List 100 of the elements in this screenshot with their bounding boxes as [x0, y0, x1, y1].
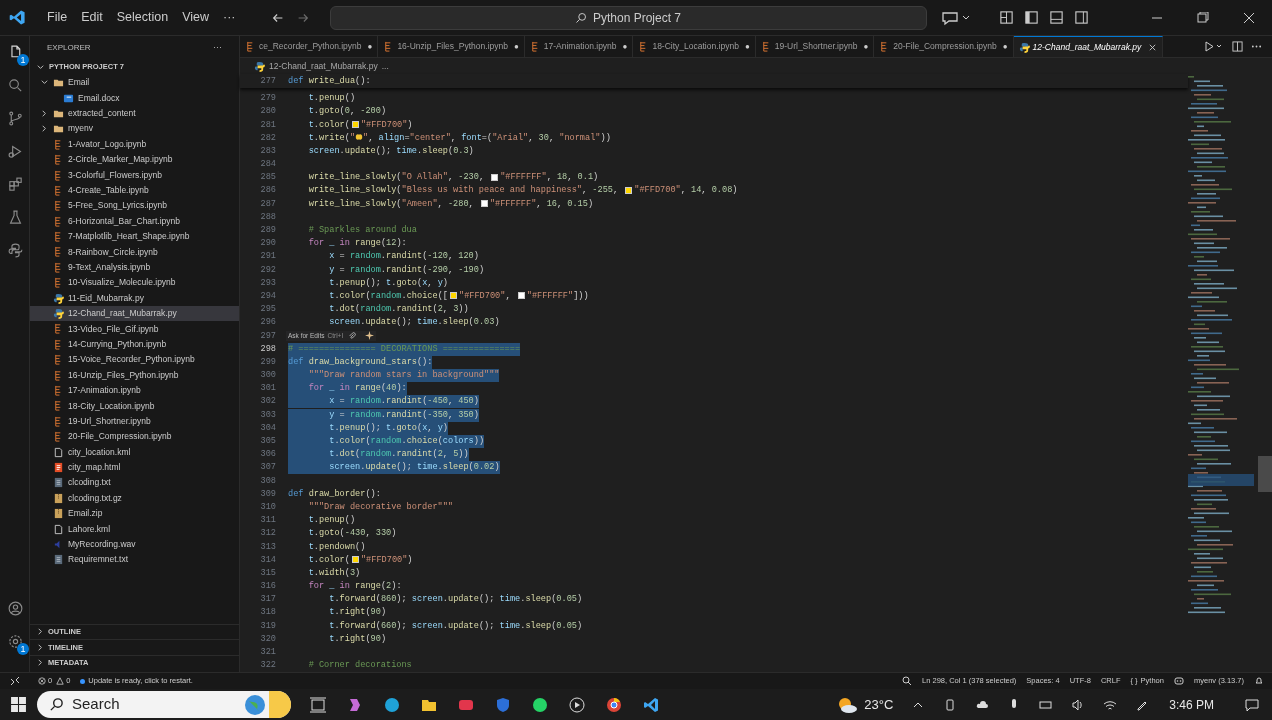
- line-number: 305: [259, 435, 276, 448]
- line-number: 318: [259, 606, 276, 620]
- code-line: t.penup(); t.goto(x, y): [328, 276, 449, 290]
- menu-item[interactable]: File: [40, 8, 75, 27]
- line-number: 319: [259, 619, 276, 633]
- line-number: 277: [259, 74, 276, 88]
- file-tree-item[interactable]: 10-Visualize_Molecule.ipynb: [30, 275, 239, 291]
- code-line: t.color( "#FFD700"): [307, 553, 413, 567]
- file-tree-item[interactable]: 17-Animation.ipynb: [30, 382, 239, 399]
- file-tree-item[interactable]: 3-Colorful_Flowers.ipynb: [30, 167, 239, 183]
- file-tree-item[interactable]: 2-Circle_Marker_Map.ipynb: [30, 151, 239, 168]
- editor-tab[interactable]: 16-Unzip_Files_Python.ipynb ●: [378, 36, 525, 57]
- code-line: x = random.randint(-120, 120): [328, 250, 479, 264]
- menu-item[interactable]: ···: [216, 8, 243, 27]
- file-tree-item[interactable]: 9-Text_Analysis.ipynb: [30, 259, 239, 276]
- file-tree-item[interactable]: Email: [30, 75, 239, 91]
- code-line: screen.update(); time.sleep(0.3): [307, 144, 474, 158]
- line-number: 321: [259, 646, 276, 659]
- line-number: 280: [259, 105, 276, 119]
- menu-item[interactable]: Selection: [109, 8, 176, 27]
- line-number: 315: [259, 566, 276, 580]
- code-line: t.color( "#FFD700"): [307, 118, 413, 132]
- file-tree-item[interactable]: 5-Free_Song_Lyrics.ipynb: [30, 198, 239, 214]
- weather-temperature[interactable]: 23°C: [864, 694, 894, 715]
- line-number: 322: [259, 659, 276, 673]
- sidebar-title: EXPLORER: [47, 42, 91, 54]
- file-tree-item[interactable]: 20-File_Compression.ipynb: [30, 429, 239, 445]
- line-number: 283: [259, 144, 276, 158]
- file-tree-item[interactable]: 8-Rainbow_Circle.ipynb: [30, 244, 239, 260]
- editor-tab[interactable]: 18-City_Location.ipynb ●: [633, 36, 756, 57]
- line-number: 320: [259, 632, 276, 646]
- unsaved-dot: ●: [513, 40, 519, 53]
- code-line: write_line_slowly("Ameen", -280, "#FFFFFF", 16, 0.15): [307, 197, 594, 211]
- editor-tab[interactable]: 12-Chand_raat_Mubarrak.py: [1013, 36, 1164, 57]
- file-tree-item[interactable]: 4-Create_Table.ipynb: [30, 182, 239, 199]
- taskbar-search[interactable]: Search: [37, 691, 291, 718]
- menu-item[interactable]: View: [175, 8, 216, 27]
- file-tree-item[interactable]: myenv: [30, 121, 239, 137]
- line-number: 292: [259, 263, 276, 277]
- line-number: 316: [259, 580, 276, 593]
- file-tree-item[interactable]: city_location.kml: [30, 444, 239, 460]
- more-actions-button[interactable]: ···: [213, 41, 222, 55]
- file-tree-item[interactable]: extracted_content: [30, 105, 239, 122]
- unsaved-dot: ●: [863, 40, 869, 53]
- line-number: 313: [259, 540, 276, 554]
- line-number: 299: [259, 355, 276, 369]
- code-line: """Draw decorative border""": [307, 500, 454, 514]
- line-number: 317: [259, 593, 276, 607]
- file-tree-item[interactable]: Requiremnet.txt: [30, 552, 239, 568]
- file-tree-item[interactable]: 14-Currying_Python.ipynb: [30, 336, 239, 353]
- file-tree-item[interactable]: Lahore.kml: [30, 521, 239, 537]
- line-number: 298: [259, 342, 276, 356]
- file-tree-item[interactable]: 15-Voice_Recorder_Python.ipynb: [30, 352, 239, 368]
- file-tree-item[interactable]: 16-Unzip_Files_Python.ipynb: [30, 367, 239, 383]
- command-center-search[interactable]: Python Project 7: [329, 5, 927, 30]
- file-tree-item[interactable]: 1-Avator_Logo.ipynb: [30, 136, 239, 152]
- line-number: 306: [259, 448, 276, 462]
- line-number: 294: [259, 289, 276, 303]
- code-line: t.width(3): [307, 566, 361, 580]
- file-tree-item[interactable]: 12-Chand_raat_Mubarrak.py: [30, 305, 239, 322]
- breadcrumb-item[interactable]: ...: [381, 59, 389, 73]
- line-number: 312: [259, 527, 276, 541]
- code-line: write_line_slowly("Bless us with peace and happiness", -255, "#FFD700", 14, 0.08): [307, 184, 738, 198]
- code-line: def draw_border():: [288, 487, 381, 501]
- line-number: 311: [259, 514, 276, 528]
- code-line: screen.update(); time.sleep(0.03): [328, 316, 500, 330]
- code-line: write_line_slowly("O Allah", -230, "#FFFFFF", 18, 0.1): [307, 171, 599, 185]
- editor-tab[interactable]: ce_Recorder_Python.ipynb ●: [240, 36, 379, 57]
- file-tree-item[interactable]: clcoding.txt.gz: [30, 490, 239, 506]
- editor-tab[interactable]: 20-File_Compression.ipynb ●: [874, 36, 1014, 57]
- file-tree-item[interactable]: 19-Url_Shortner.ipynb: [30, 413, 239, 429]
- code-line: t.goto(-430, 330): [307, 527, 397, 541]
- file-tree-item[interactable]: 18-City_Location.ipynb: [30, 398, 239, 414]
- file-tree-item[interactable]: Email.docx: [30, 90, 239, 106]
- file-tree-item[interactable]: clcoding.txt: [30, 475, 239, 491]
- code-line: y = random.randint(-290, -190): [328, 263, 485, 277]
- line-number: 310: [259, 500, 276, 514]
- code-line: for _ in range(2):: [307, 580, 402, 593]
- line-number: 314: [259, 553, 276, 567]
- clock[interactable]: 3:46 PM: [1169, 695, 1214, 714]
- file-tree-item[interactable]: city_map.html: [30, 459, 239, 476]
- line-number: 293: [259, 276, 276, 290]
- editor-tab[interactable]: 19-Url_Shortner.ipynb ●: [755, 36, 875, 57]
- breadcrumb-item[interactable]: 12-Chand_raat_Mubarrak.py: [269, 59, 378, 73]
- file-tree-item[interactable]: MyRecording.wav: [30, 536, 239, 553]
- code-line: # Sparkles around dua: [307, 224, 417, 237]
- menu-item[interactable]: Edit: [74, 8, 110, 27]
- code-line: for _ in range(12):: [307, 237, 407, 251]
- file-tree-item[interactable]: 6-Horizontal_Bar_Chart.ipynb: [30, 213, 239, 229]
- file-tree-item[interactable]: 11-Eid_Mubarrak.py: [30, 290, 239, 306]
- line-number: 307: [259, 461, 276, 475]
- editor-tab[interactable]: 17-Animation.ipynb ●: [524, 36, 634, 57]
- code-line: # Corner decorations: [307, 659, 412, 673]
- line-number: 282: [259, 131, 276, 145]
- unsaved-dot: ●: [744, 40, 750, 53]
- line-number: 301: [259, 382, 276, 396]
- line-number: 308: [259, 474, 276, 488]
- file-tree-item[interactable]: 13-Video_File_Gif.ipynb: [30, 321, 239, 337]
- file-tree-item[interactable]: 7-Matplotlib_Heart_Shape.ipynb: [30, 228, 239, 245]
- file-tree-item[interactable]: Email.zip: [30, 505, 239, 522]
